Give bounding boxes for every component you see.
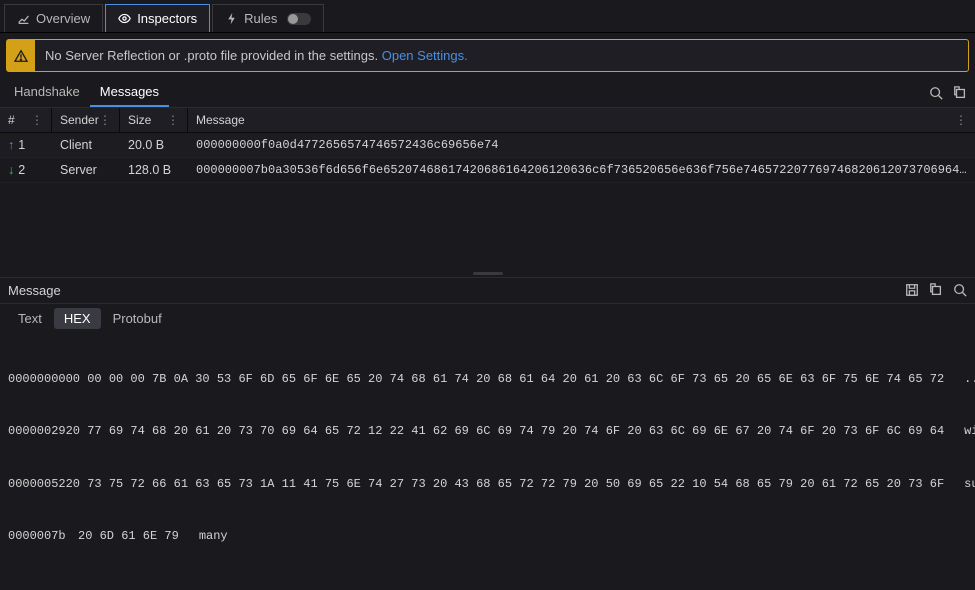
tab-rules[interactable]: Rules xyxy=(212,4,324,32)
col-header-num[interactable]: # ⋮ xyxy=(0,108,52,132)
arrow-up-icon: ↑ xyxy=(8,138,14,152)
cell-size: 20.0 B xyxy=(120,133,188,157)
subtabs-actions xyxy=(929,86,967,100)
top-tab-bar: Overview Inspectors Rules xyxy=(0,0,975,33)
hex-line: 0000007b 20 6D 61 6E 79 many xyxy=(8,528,967,545)
col-header-num-label: # xyxy=(8,113,15,127)
hex-line: 00000029 20 77 69 74 68 20 61 20 73 70 6… xyxy=(8,423,967,440)
table-header: # ⋮ Sender ⋮ Size ⋮ Message ⋮ xyxy=(0,108,975,133)
table-body: ↑ 1 Client 20.0 B 000000000f0a0d47726565… xyxy=(0,133,975,271)
message-panel: Message Text HEX Protobuf 00000000 00 00… xyxy=(0,277,975,590)
hex-line: 00000052 20 73 75 72 66 61 63 65 73 1A 1… xyxy=(8,476,967,493)
cell-index: ↑ 1 xyxy=(0,133,52,157)
col-menu-icon[interactable]: ⋮ xyxy=(955,113,967,127)
view-tab-text[interactable]: Text xyxy=(8,308,52,329)
cell-sender: Client xyxy=(52,133,120,157)
row-index: 2 xyxy=(18,163,25,177)
alert-body: No Server Reflection or .proto file prov… xyxy=(35,40,478,71)
hex-dump[interactable]: 00000000 00 00 00 00 7B 0A 30 53 6F 6D 6… xyxy=(0,333,975,590)
table-row[interactable]: ↓ 2 Server 128.0 B 000000007b0a30536f6d6… xyxy=(0,158,975,183)
col-header-sender-label: Sender xyxy=(60,113,99,127)
hex-ascii: many xyxy=(199,528,967,545)
hex-bytes: 20 77 69 74 68 20 61 20 73 70 69 64 65 7… xyxy=(66,423,965,440)
warning-icon-box xyxy=(7,40,35,71)
tab-inspectors[interactable]: Inspectors xyxy=(105,4,210,32)
cell-index: ↓ 2 xyxy=(0,158,52,182)
message-panel-title: Message xyxy=(8,283,61,298)
warning-icon xyxy=(14,49,28,63)
chart-icon xyxy=(17,12,30,25)
hex-offset: 0000007b xyxy=(8,528,78,545)
col-header-sender[interactable]: Sender ⋮ xyxy=(52,108,120,132)
col-header-message-label: Message xyxy=(196,113,245,127)
col-header-size[interactable]: Size ⋮ xyxy=(120,108,188,132)
arrow-down-icon: ↓ xyxy=(8,163,14,177)
view-tabs: Text HEX Protobuf xyxy=(0,304,975,333)
col-header-message[interactable]: Message ⋮ xyxy=(188,108,975,132)
col-menu-icon[interactable]: ⋮ xyxy=(167,113,179,127)
hex-ascii: with a spider."Ability to cling to solid xyxy=(964,423,975,440)
hex-bytes: 20 73 75 72 66 61 63 65 73 1A 11 41 75 6… xyxy=(66,476,965,493)
search-icon[interactable] xyxy=(953,283,967,297)
subtabs-row: Handshake Messages xyxy=(0,78,975,108)
cell-message: 000000000f0a0d4772656574746572436c69656e… xyxy=(188,133,975,157)
message-panel-header: Message xyxy=(0,278,975,304)
copy-icon[interactable] xyxy=(929,283,943,297)
open-settings-link[interactable]: Open Settings. xyxy=(382,48,468,63)
eye-icon xyxy=(118,12,131,25)
save-icon[interactable] xyxy=(905,283,919,297)
cell-sender: Server xyxy=(52,158,120,182)
col-menu-icon[interactable]: ⋮ xyxy=(31,113,43,127)
hex-offset: 00000052 xyxy=(8,476,66,493)
hex-offset: 00000029 xyxy=(8,423,66,440)
view-tab-protobuf[interactable]: Protobuf xyxy=(103,308,172,329)
tab-overview[interactable]: Overview xyxy=(4,4,103,32)
hex-bytes: 00 00 00 00 7B 0A 30 53 6F 6D 65 6F 6E 6… xyxy=(66,371,965,388)
row-index: 1 xyxy=(18,138,25,152)
tab-overview-label: Overview xyxy=(36,11,90,26)
table-row[interactable]: ↑ 1 Client 20.0 B 000000000f0a0d47726565… xyxy=(0,133,975,158)
subtabs: Handshake Messages xyxy=(4,78,169,107)
message-panel-actions xyxy=(905,283,967,297)
rules-toggle[interactable] xyxy=(287,13,311,25)
hex-bytes: 20 6D 61 6E 79 xyxy=(78,528,199,545)
cell-size: 128.0 B xyxy=(120,158,188,182)
hex-ascii: ....{.0Someone that had a close encounte… xyxy=(964,371,975,388)
tab-rules-label: Rules xyxy=(244,11,277,26)
cell-message: 000000007b0a30536f6d656f6e65207468617420… xyxy=(188,158,975,182)
lightning-icon xyxy=(225,12,238,25)
tab-inspectors-label: Inspectors xyxy=(137,11,197,26)
subtab-handshake[interactable]: Handshake xyxy=(4,78,90,107)
popout-icon[interactable] xyxy=(953,86,967,100)
col-header-size-label: Size xyxy=(128,113,151,127)
search-icon[interactable] xyxy=(929,86,943,100)
col-menu-icon[interactable]: ⋮ xyxy=(99,113,111,127)
alert-text: No Server Reflection or .proto file prov… xyxy=(45,48,382,63)
hex-offset: 00000000 xyxy=(8,371,66,388)
view-tab-hex[interactable]: HEX xyxy=(54,308,101,329)
subtab-messages[interactable]: Messages xyxy=(90,78,169,107)
hex-line: 00000000 00 00 00 00 7B 0A 30 53 6F 6D 6… xyxy=(8,371,967,388)
settings-alert: No Server Reflection or .proto file prov… xyxy=(6,39,969,72)
hex-ascii: surfaces..Aunt's Cherry Pie".They are so xyxy=(964,476,975,493)
